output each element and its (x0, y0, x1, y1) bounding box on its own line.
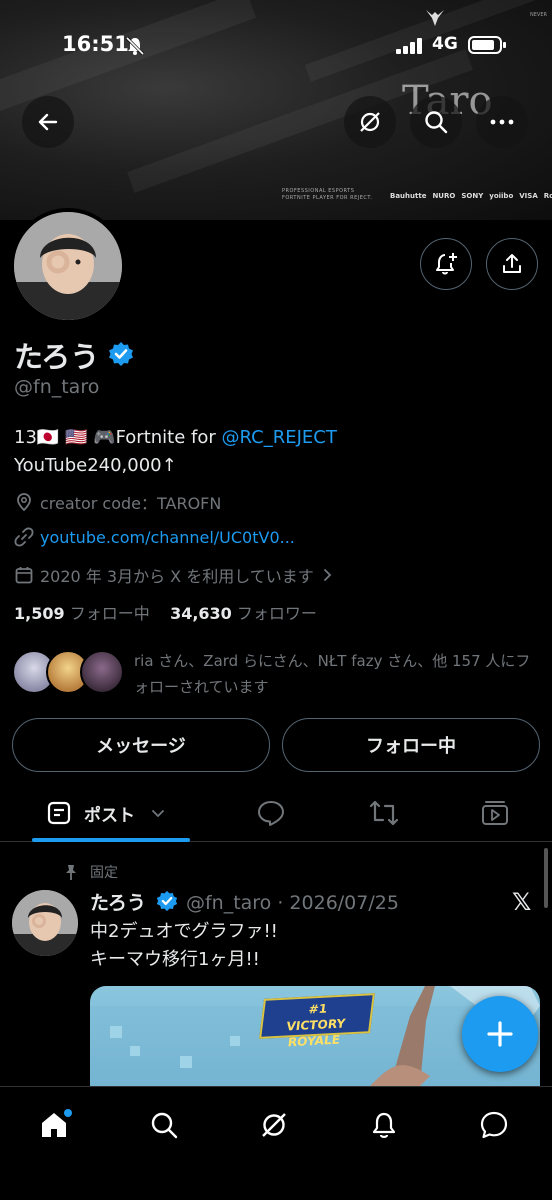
signal-icon (396, 38, 422, 54)
grok-icon (262, 1113, 286, 1137)
bottom-navigation (0, 1086, 552, 1200)
message-button[interactable]: メッセージ (12, 718, 270, 772)
home-notification-dot (64, 1109, 72, 1117)
following-link[interactable]: 1,509 フォロー中 (14, 604, 150, 623)
search-icon (151, 1112, 178, 1139)
verified-badge-icon (156, 890, 178, 912)
post-header: たろう @fn_taro · 2026/07/25 (90, 888, 399, 915)
notifications-subscribe-button[interactable] (420, 238, 472, 290)
posts-tab-icon (47, 801, 71, 825)
post-text: 中2デュオでグラファ!! キーマウ移行1ヶ月!! (90, 921, 278, 970)
compose-post-button[interactable] (462, 996, 538, 1072)
nav-notifications[interactable] (364, 1105, 404, 1145)
profile-tabs: ポスト (0, 786, 552, 842)
follower-avatar[interactable] (80, 650, 124, 694)
followed-by-text[interactable]: ria さん、Zard らにさん、NŁT fazy さん、他 157 人にフォロ… (134, 648, 544, 700)
status-time: 16:51 (62, 32, 129, 56)
follow-stats: 1,509 フォロー中 34,630 フォロワー (14, 600, 317, 624)
repost-icon (369, 800, 399, 826)
post-avatar-photo (12, 890, 78, 956)
share-icon (503, 254, 521, 273)
profile-bio: 13🇯🇵 🇺🇸 🎮Fortnite for @RC_REJECT YouTube… (14, 424, 534, 480)
profile-website[interactable]: youtube.com/channel/UC0tV0... (14, 527, 295, 547)
network-type: 4G (432, 34, 458, 54)
banner-sponsors: BauhutteNUROSONYyoiiboVISARowto (390, 192, 552, 200)
tab-media[interactable] (480, 798, 510, 832)
status-bar: 16:51 4G (0, 28, 552, 64)
bio-text: 13🇯🇵 🇺🇸 🎮Fortnite for (14, 427, 222, 448)
scrollbar[interactable] (544, 848, 548, 908)
banner-subtitle: PROFESSIONAL ESPORTS FORTNITE PLAYER FOR… (282, 188, 373, 201)
pinned-label: 固定 (62, 862, 118, 882)
chevron-down-icon (152, 810, 164, 818)
nav-search[interactable] (144, 1105, 184, 1145)
calendar-icon (15, 567, 33, 584)
bio-line-2: YouTube240,000↑ (14, 455, 177, 476)
reply-bubble-icon (258, 801, 284, 826)
nav-home[interactable] (34, 1105, 74, 1145)
profile-avatar[interactable] (10, 208, 126, 324)
bio-mention-link[interactable]: @RC_REJECT (222, 427, 337, 448)
search-icon (425, 111, 448, 134)
tab-posts[interactable]: ポスト (46, 800, 167, 826)
location-pin-icon (17, 493, 31, 512)
battery-icon (468, 36, 506, 54)
plus-icon (487, 1021, 513, 1047)
following-button[interactable]: フォロー中 (282, 718, 540, 772)
x-logo-icon[interactable]: 𝕏 (512, 888, 531, 916)
bell-icon (372, 1112, 396, 1138)
victory-royale-badge: #1 VICTORY ROYALE (259, 993, 375, 1049)
followers-link[interactable]: 34,630 フォロワー (170, 604, 317, 623)
active-tab-indicator (32, 838, 190, 842)
display-name: たろう (14, 340, 100, 374)
more-button[interactable] (476, 96, 528, 148)
arrow-left-icon (38, 113, 58, 131)
back-button[interactable] (22, 96, 74, 148)
silent-bell-icon (125, 36, 145, 56)
link-icon (14, 527, 34, 547)
nav-messages[interactable] (474, 1105, 514, 1145)
chat-bubble-icon (480, 1111, 508, 1139)
team-logo-icon (426, 10, 444, 26)
more-dots-icon (490, 119, 514, 125)
search-button[interactable] (410, 96, 462, 148)
profile-joined[interactable]: 2020 年 3月から X を利用しています (14, 563, 342, 587)
nav-grok[interactable] (254, 1105, 294, 1145)
pin-icon (66, 865, 76, 880)
tab-replies[interactable] (256, 798, 286, 832)
banner-top-right-text: NEVER (530, 12, 547, 18)
media-icon (482, 801, 508, 825)
post-author-name[interactable]: たろう (90, 892, 146, 914)
chevron-right-icon (323, 569, 332, 581)
avatar-photo (14, 212, 122, 320)
grok-icon (360, 112, 380, 132)
tab-reposts[interactable] (368, 798, 400, 832)
profile-location: creator code：TAROFN (14, 490, 221, 514)
profile-handle: @fn_taro (14, 376, 100, 398)
post-author-avatar[interactable] (12, 890, 78, 956)
grok-button[interactable] (344, 96, 396, 148)
share-button[interactable] (486, 238, 538, 290)
verified-badge-icon (109, 342, 133, 366)
bell-plus-icon (436, 253, 457, 275)
post-handle-date: @fn_taro · 2026/07/25 (185, 892, 399, 914)
